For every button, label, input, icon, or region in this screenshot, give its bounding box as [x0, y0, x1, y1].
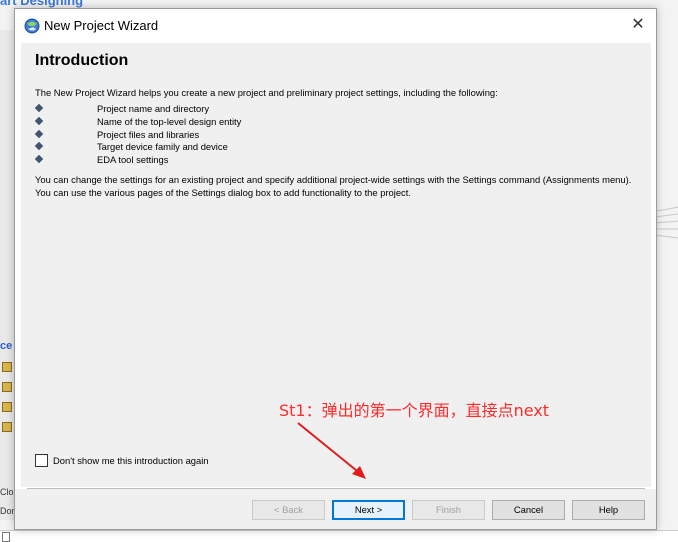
background-left-panel — [0, 30, 14, 520]
bullet-diamond-icon — [34, 154, 44, 164]
background-file-icon — [2, 362, 12, 372]
finish-button[interactable]: Finish — [412, 500, 485, 520]
close-icon[interactable]: ✕ — [628, 15, 648, 35]
list-item-label: Project name and directory — [97, 103, 210, 114]
bullet-diamond-icon — [34, 116, 44, 126]
intro-text: The New Project Wizard helps you create … — [35, 87, 498, 98]
list-item-label: Target device family and device — [97, 141, 228, 153]
bullet-diamond-icon — [34, 129, 44, 138]
help-button[interactable]: Help — [572, 500, 645, 520]
cancel-button[interactable]: Cancel — [492, 500, 565, 520]
bullet-diamond-icon — [34, 142, 44, 151]
background-app-title: art Designing — [0, 0, 84, 8]
background-file-icon — [2, 422, 12, 432]
page-title: Introduction — [35, 52, 129, 69]
dialog-button-bar: < Back Next > Finish Cancel Help — [15, 489, 656, 529]
back-button[interactable]: < Back — [252, 500, 325, 520]
next-button[interactable]: Next > — [332, 500, 405, 520]
background-left-label: ce — [0, 340, 13, 352]
dont-show-intro-checkbox[interactable] — [35, 454, 48, 467]
settings-paragraph: You can change the settings for an exist… — [35, 174, 632, 198]
list-item-label: EDA tool settings — [97, 154, 169, 166]
background-status-bar — [0, 530, 678, 542]
dialog-titlebar[interactable]: New Project Wizard ✕ — [15, 9, 656, 41]
annotation-arrow-icon — [297, 422, 366, 479]
background-file-icon — [2, 382, 12, 392]
step-annotation-text: St1：弹出的第一个界面，直接点next — [279, 401, 550, 420]
list-item-label: Name of the top-level design entity — [97, 115, 242, 127]
dont-show-intro-label[interactable]: Don't show me this introduction again — [53, 455, 209, 466]
background-file-icon — [2, 402, 12, 412]
dialog-title: New Project Wizard — [44, 18, 159, 33]
background-decoration — [655, 206, 678, 239]
wizard-app-icon — [24, 18, 40, 34]
list-item-label: Project files and libraries — [97, 128, 200, 140]
bullet-diamond-icon — [34, 103, 44, 113]
